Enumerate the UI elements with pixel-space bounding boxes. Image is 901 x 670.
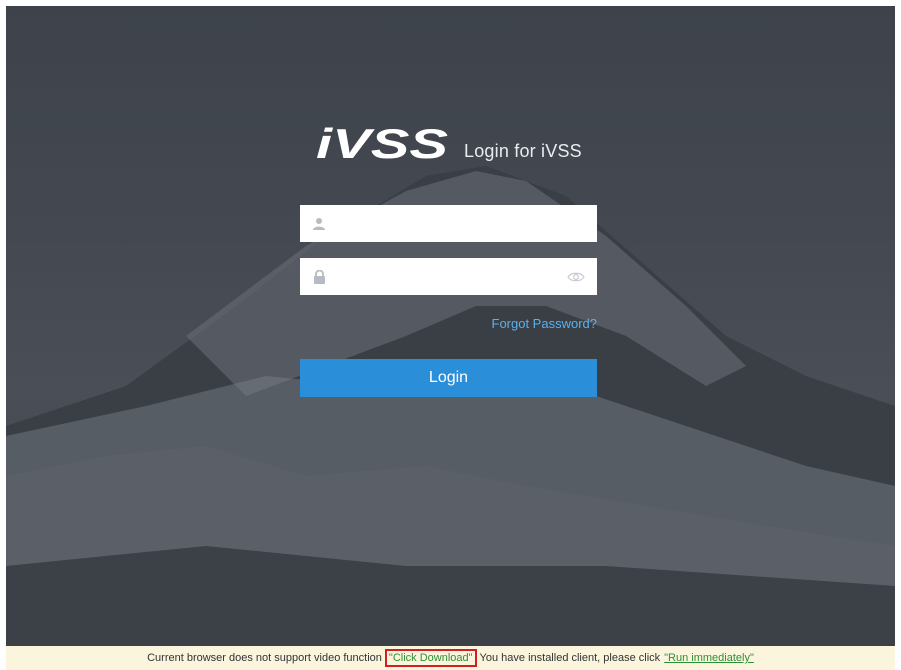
lock-icon xyxy=(311,269,327,285)
password-input[interactable] xyxy=(327,258,567,295)
eye-icon[interactable] xyxy=(567,271,585,283)
password-field[interactable] xyxy=(300,258,597,295)
browser-notice-bar: Current browser does not support video f… xyxy=(6,646,895,670)
background-mountain-image xyxy=(6,6,895,646)
ivss-logo: iVSS xyxy=(316,124,448,164)
username-field[interactable] xyxy=(300,205,597,242)
login-title: Login for iVSS xyxy=(464,141,582,161)
run-immediately-link[interactable]: "Run immediately" xyxy=(664,652,754,664)
login-button[interactable]: Login xyxy=(300,359,597,397)
user-icon xyxy=(311,216,327,232)
username-input[interactable] xyxy=(327,205,597,242)
logo-text: iVSS xyxy=(316,124,448,164)
brand-header: iVSS Login for iVSS xyxy=(316,124,582,164)
notice-text-after: You have installed client, please click xyxy=(479,652,661,664)
notice-text-before: Current browser does not support video f… xyxy=(147,652,382,664)
click-download-link[interactable]: "Click Download" xyxy=(384,649,477,667)
forgot-password-link[interactable]: Forgot Password? xyxy=(492,316,598,331)
